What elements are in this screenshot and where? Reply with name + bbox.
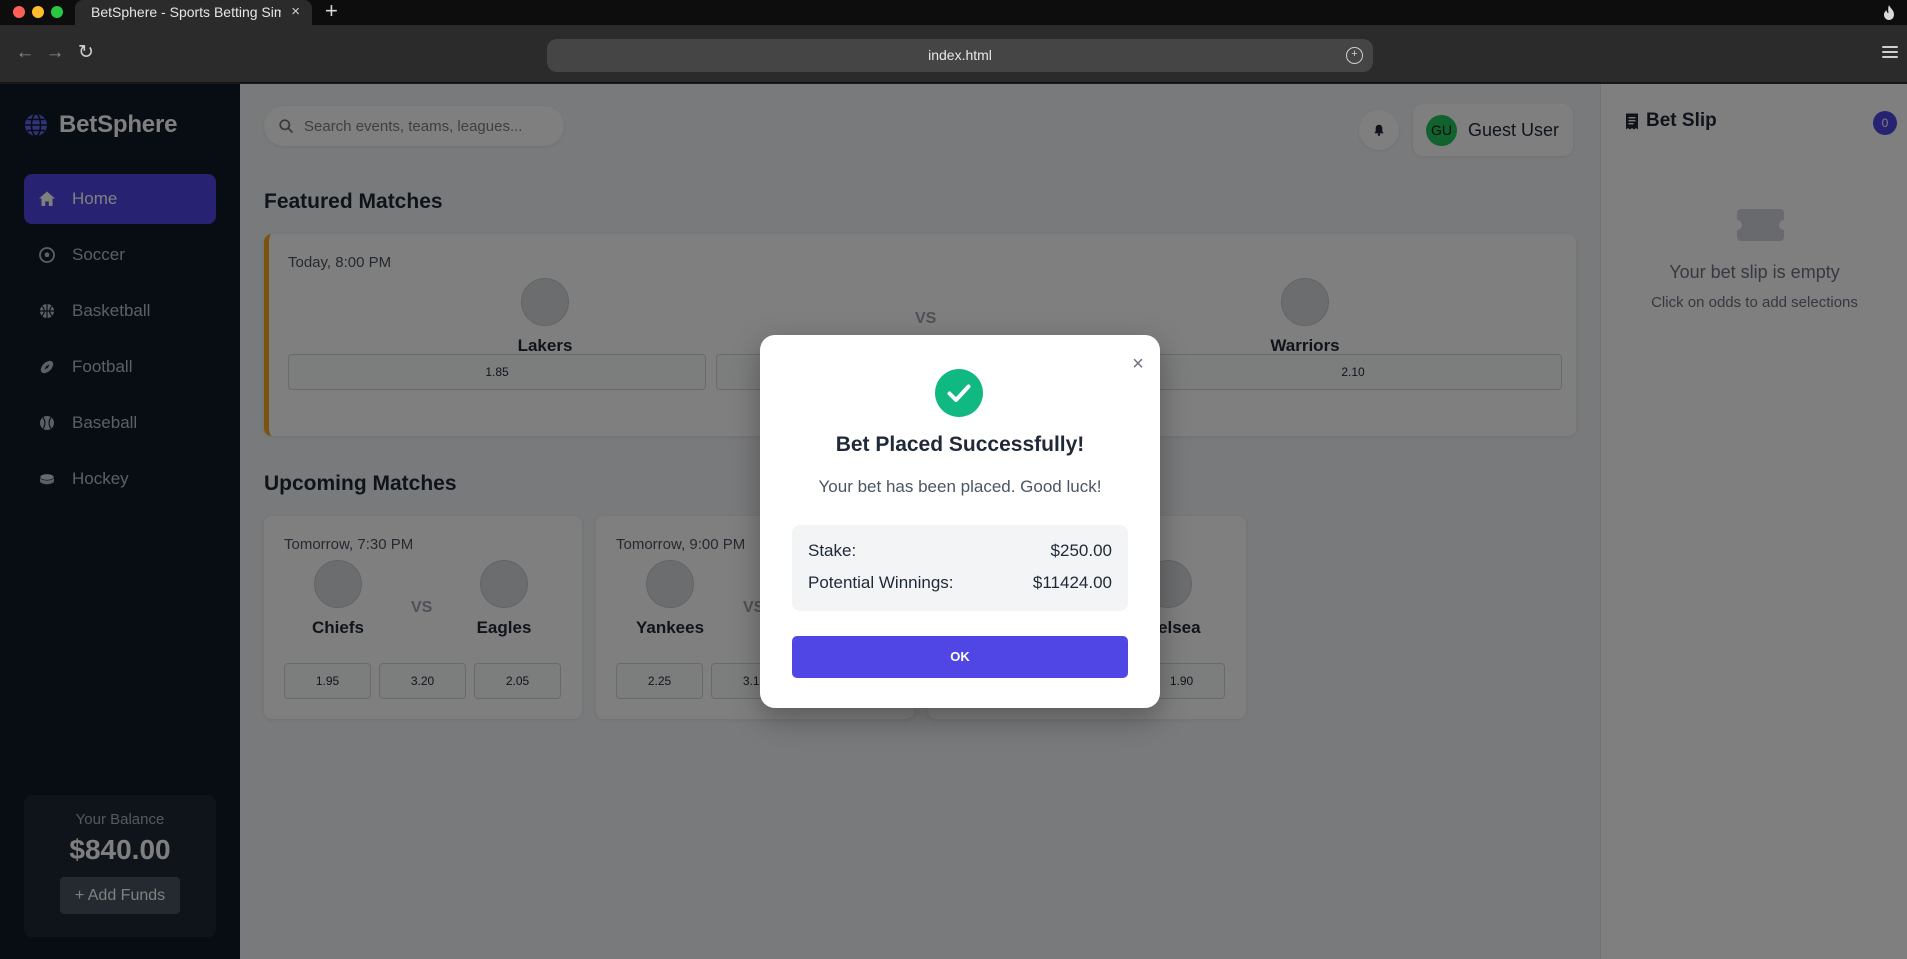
address-bar[interactable]: index.html + [547,39,1373,72]
success-check-icon [935,369,983,417]
browser-tab-bar: BetSphere - Sports Betting Simu × + [0,0,1907,25]
ok-button[interactable]: OK [792,636,1128,678]
close-icon[interactable]: × [1128,354,1148,375]
tab-close-icon[interactable]: × [291,0,300,24]
window-minimize-button[interactable] [32,6,44,18]
window-close-button[interactable] [13,6,25,18]
winnings-label: Potential Winnings: [808,573,954,592]
modal-title: Bet Placed Successfully! [835,433,1085,456]
winnings-value: $11424.00 [1032,573,1112,592]
reload-icon[interactable]: ↻ [75,42,97,64]
browser-tab[interactable]: BetSphere - Sports Betting Simu × [75,0,312,25]
stake-row: Stake: $250.00 [808,541,1112,561]
window-maximize-button[interactable] [51,6,63,18]
stake-label: Stake: [808,541,857,560]
new-tab-button[interactable]: + [325,0,338,22]
extension-icon[interactable]: + [1346,47,1363,64]
browser-toolbar: ← → ↻ index.html + [0,25,1907,83]
bet-success-modal: × Bet Placed Successfully! Your bet has … [760,335,1160,708]
winnings-row: Potential Winnings: $11424.00 [808,573,1112,593]
url-text: index.html [928,47,992,63]
bet-summary: Stake: $250.00 Potential Winnings: $1142… [792,525,1128,611]
tab-title: BetSphere - Sports Betting Simu [91,4,281,20]
stake-value: $250.00 [1050,541,1112,560]
back-arrow-icon[interactable]: ← [14,42,36,64]
menu-icon[interactable] [1882,46,1898,60]
forward-arrow-icon[interactable]: → [44,42,66,64]
page-viewport: BetSphere Home Soccer Basketball [0,84,1907,959]
flame-icon[interactable] [1881,4,1897,21]
modal-message: Your bet has been placed. Good luck! [818,477,1102,496]
